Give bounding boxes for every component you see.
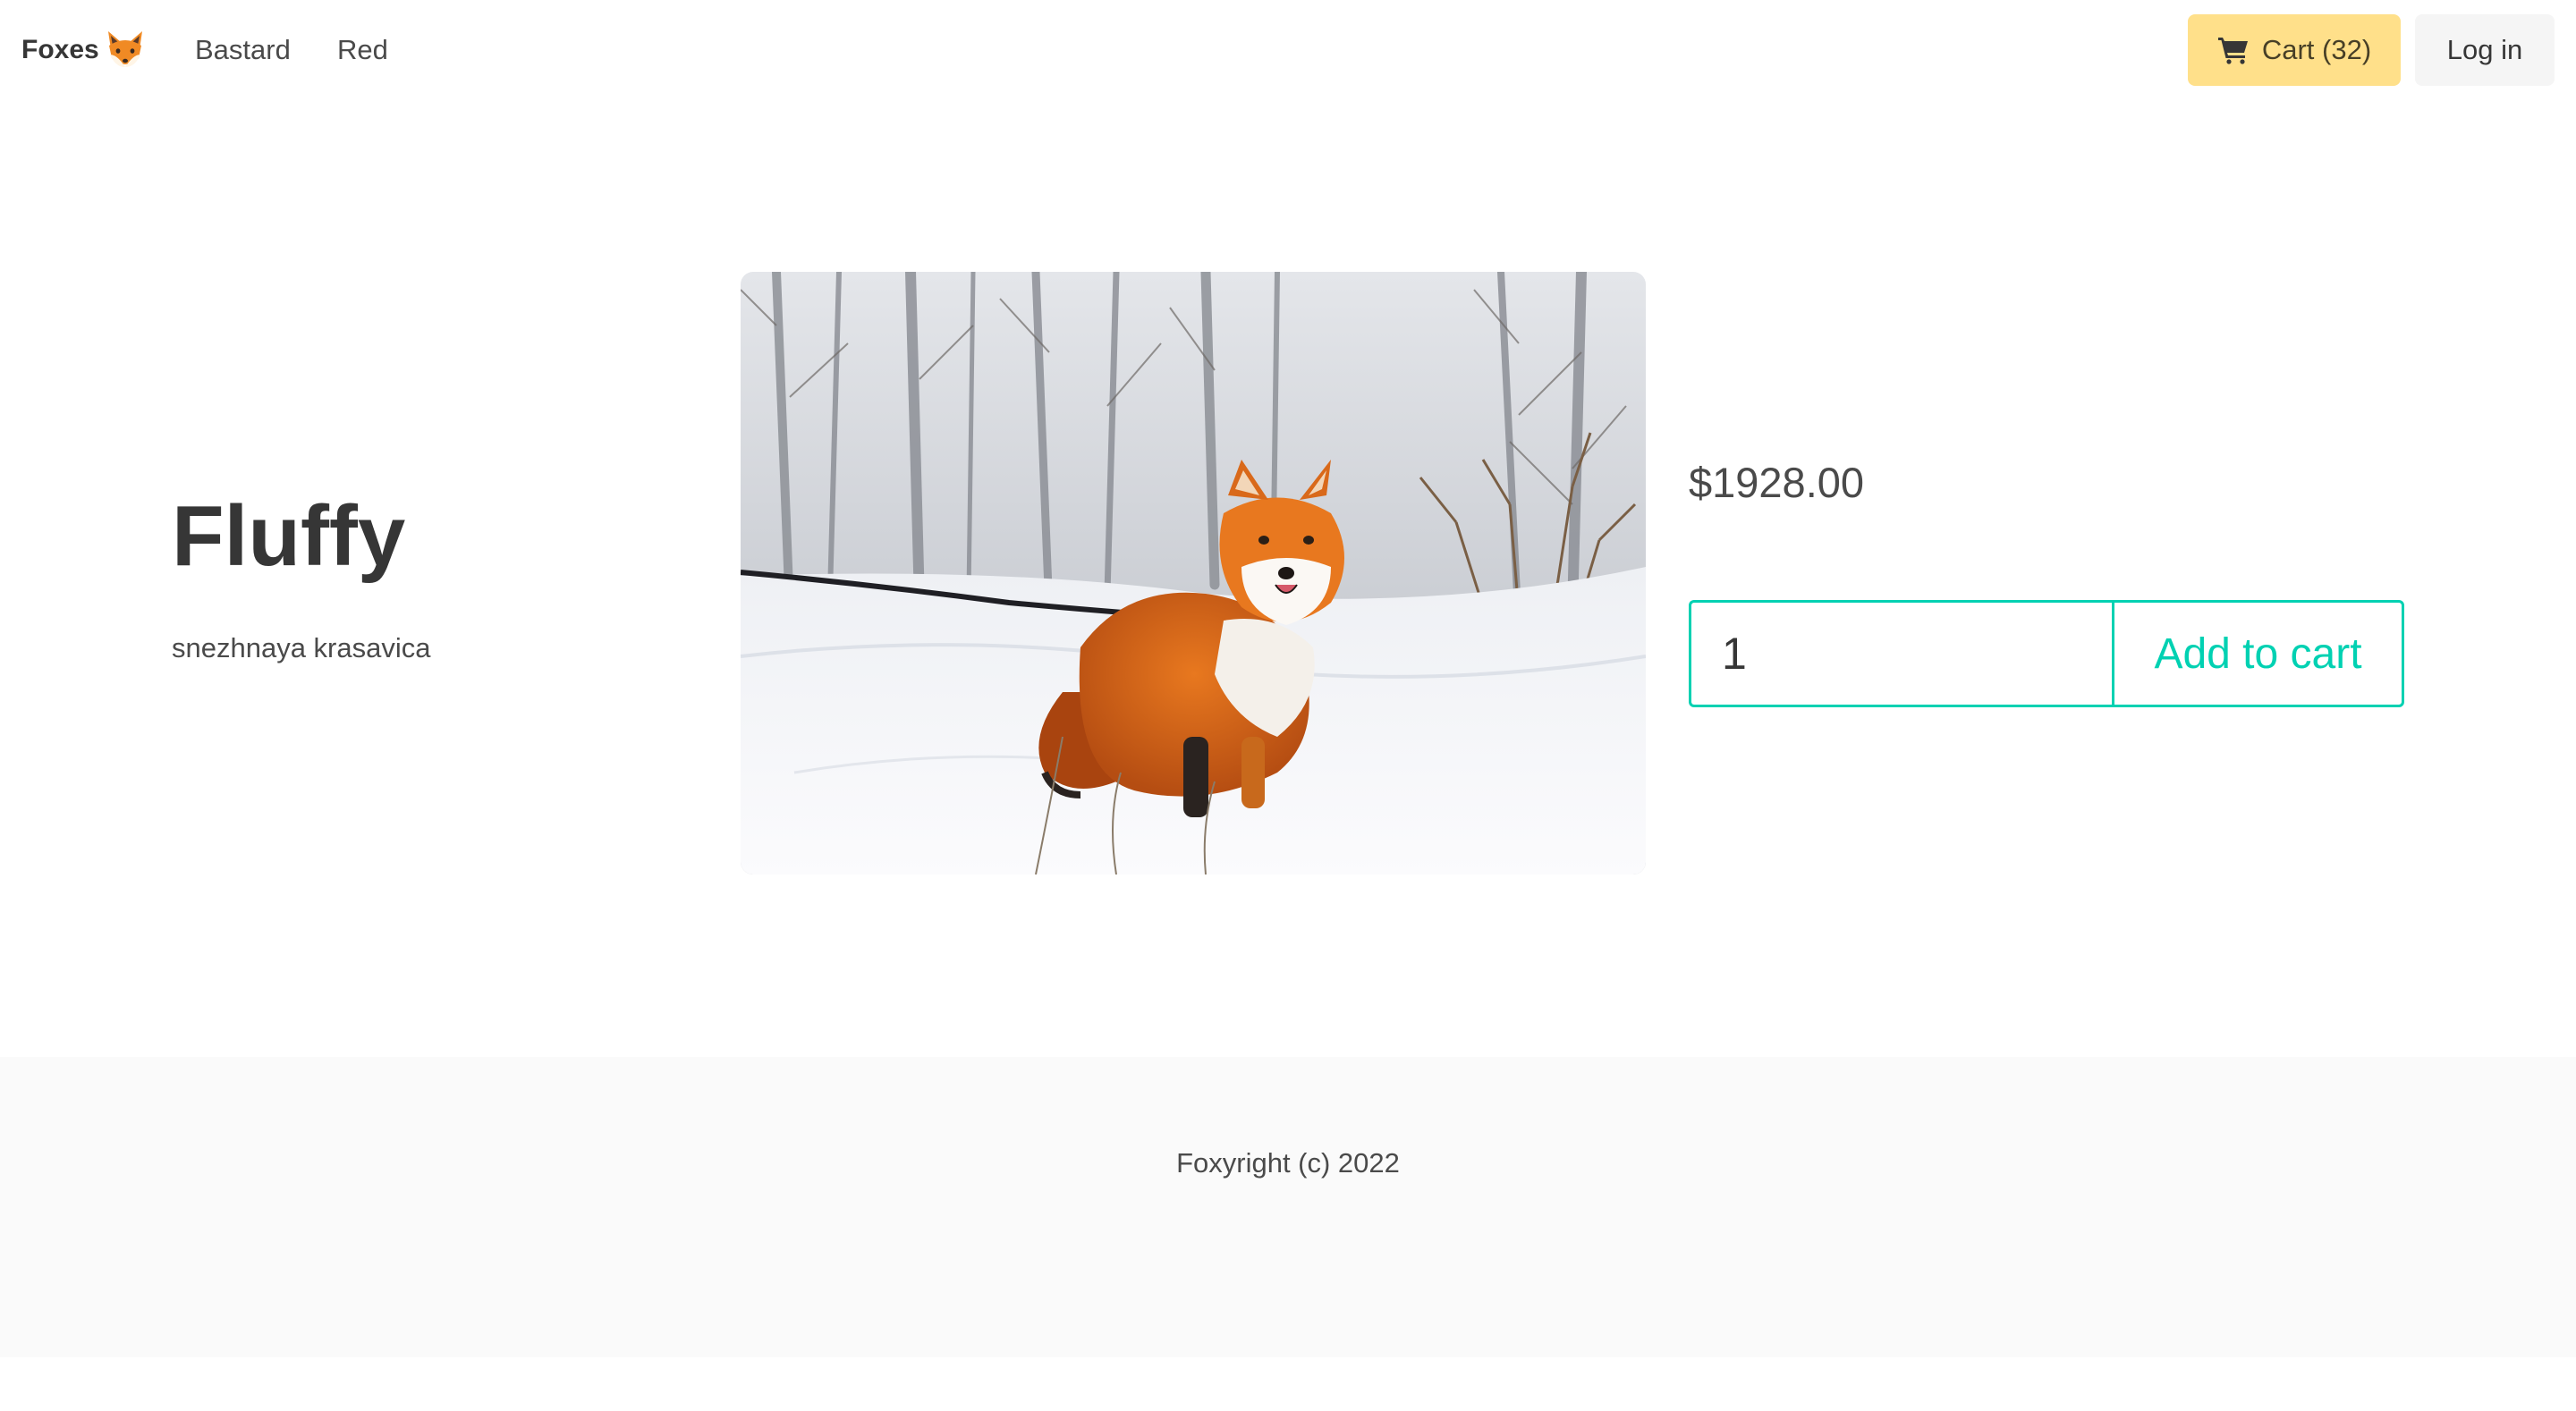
login-button[interactable]: Log in (2415, 14, 2555, 86)
quantity-input[interactable] (1689, 600, 2112, 707)
product-image (741, 272, 1646, 874)
cart-label: Cart (32) (2261, 34, 2372, 65)
nav-link-red[interactable]: Red (337, 23, 388, 77)
add-to-cart-form: Add to cart (1689, 600, 2404, 707)
product-price: $1928.00 (1689, 459, 1865, 506)
footer-copyright: Foxyright (c) 2022 (1176, 1147, 1400, 1179)
footer: Foxyright (c) 2022 (0, 1057, 2576, 1357)
shopping-cart-icon (2217, 36, 2250, 64)
product-subtitle: snezhnaya krasavica (172, 632, 431, 663)
fox-face-icon (103, 28, 148, 72)
brand-label: Foxes (21, 35, 99, 64)
cart-button[interactable]: Cart (32) (2188, 14, 2401, 86)
navbar: Foxes Bastard Red Cart (32) Log in (0, 0, 2576, 100)
nav-link-bastard[interactable]: Bastard (195, 23, 291, 77)
add-to-cart-button[interactable]: Add to cart (2112, 600, 2404, 707)
brand-link[interactable]: Foxes (21, 23, 148, 77)
product-title: Fluffy (172, 488, 406, 584)
